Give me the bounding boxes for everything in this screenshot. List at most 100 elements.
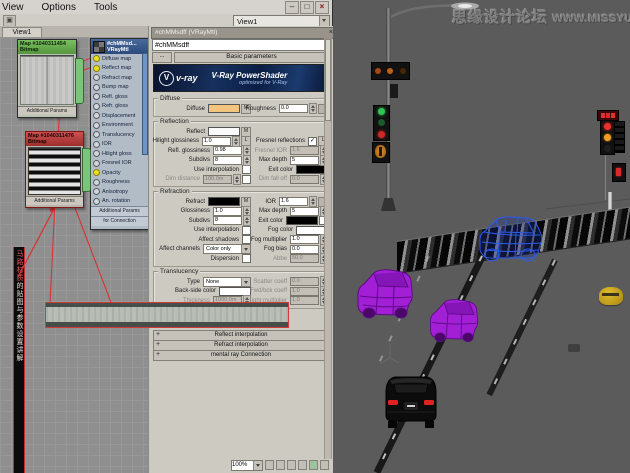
checkbox[interactable] <box>242 174 251 184</box>
rollout-label: mental ray Connection <box>210 352 272 358</box>
spinner-arrows-icon[interactable] <box>233 173 241 185</box>
spinner-arrows-icon[interactable] <box>309 103 317 115</box>
param-label: Abbe <box>272 255 287 262</box>
plus-icon: + <box>156 341 161 348</box>
rollout-basic-parameters[interactable]: Basic parameters <box>174 52 329 63</box>
param-row: Dispersion Abbe 50.0 <box>154 253 330 265</box>
value-field[interactable]: 100.0m <box>203 174 232 184</box>
spinner-arrows-icon[interactable] <box>309 196 317 208</box>
node-footer[interactable]: Additional Params <box>18 106 76 115</box>
bitmap-preview[interactable] <box>28 147 81 195</box>
pedestrian-signal-right[interactable] <box>612 163 626 182</box>
signal-light-red-icon <box>375 68 382 74</box>
zoom-level-value: 100% <box>232 461 248 468</box>
param-row: Subdivs 8 Max depth 5 <box>154 154 330 166</box>
spinner-arrows-icon[interactable] <box>243 215 251 227</box>
param-label: Hilight glossiness <box>152 138 199 145</box>
group-label: Refraction <box>158 188 192 195</box>
chevron-down-icon[interactable] <box>253 460 262 470</box>
param-label: Fog multiplier <box>250 236 287 243</box>
traffic-light-horizontal[interactable] <box>371 62 410 80</box>
checkbox[interactable] <box>242 225 251 235</box>
zoom-level-dropdown[interactable]: 100% <box>231 459 263 471</box>
panel-bottom-bar: 100% <box>149 459 333 471</box>
panel-scrollbar[interactable] <box>324 38 332 470</box>
value-field[interactable]: 5 <box>290 206 319 216</box>
panel-title: #chMMsdff (VRayMtl) <box>155 29 218 36</box>
group-label: Diffuse <box>158 95 183 102</box>
traffic-light-vertical[interactable] <box>373 105 390 141</box>
spinner-arrows-icon[interactable] <box>243 154 251 166</box>
chevron-down-icon[interactable] <box>241 277 250 286</box>
banner-title: V-Ray PowerShader <box>211 70 288 80</box>
node-output-tab[interactable] <box>82 148 91 192</box>
dropdown[interactable]: None <box>203 276 251 287</box>
zoom-region-icon[interactable] <box>287 460 296 470</box>
color-swatch[interactable] <box>208 104 240 114</box>
rollout-mental-ray-connection[interactable]: + mental ray Connection <box>153 350 329 361</box>
node-graph-canvas[interactable]: Map #1040311454 Bitmap Additional Params… <box>0 37 149 473</box>
vray-powershader-banner: V v-ray V-Ray PowerShader optimized for … <box>153 64 329 92</box>
bitmap-node-road[interactable]: Map #1040311454 Bitmap Additional Params <box>17 39 84 118</box>
checkbox[interactable] <box>242 254 251 264</box>
value-field[interactable]: 50.0 <box>290 254 319 264</box>
pedestrian-signal[interactable] <box>372 142 390 163</box>
param-label: Fresnel reflections <box>255 138 305 145</box>
menu-options[interactable]: Options <box>33 2 85 13</box>
chevron-down-icon[interactable] <box>241 245 250 254</box>
close-button[interactable]: × <box>315 1 329 14</box>
bitmap-preview[interactable] <box>20 55 74 105</box>
node-subtitle: Bitmap <box>28 139 47 145</box>
color-swatch[interactable] <box>286 216 318 226</box>
car-black-rear[interactable] <box>382 370 440 430</box>
perspective-viewport[interactable]: 思缘设计论坛 WWW.MISSYUAN.COM <box>333 0 630 473</box>
dropdown-value: None <box>206 278 220 285</box>
signal-light-red-icon <box>378 130 385 138</box>
maximize-button[interactable]: □ <box>300 1 314 14</box>
dropdown[interactable]: Color only <box>203 244 251 255</box>
zoom-extents-icon[interactable] <box>298 460 307 470</box>
traffic-light-side-housing <box>614 121 625 153</box>
menubar: View Options Tools – □ × <box>0 0 332 15</box>
road-texture-strip[interactable] <box>45 302 289 328</box>
bitmap-node-stripes[interactable]: Map #1040311476 Bitmap Additional Params <box>25 131 91 208</box>
vray-parameter-panel: #chMMsdff (VRayMtl) × ... Basic paramete… <box>148 26 335 473</box>
param-label: Back-side color <box>174 288 216 295</box>
value-field[interactable]: 0.0 <box>290 174 319 184</box>
pan-hand-icon[interactable] <box>320 460 329 470</box>
traffic-light-right[interactable] <box>600 120 615 155</box>
material-name-input[interactable] <box>152 39 330 51</box>
rollout-label: Reflect interpolation <box>214 332 268 338</box>
node-footer[interactable]: Additional Params <box>26 196 83 205</box>
checkbox[interactable] <box>242 235 251 245</box>
value-field[interactable]: 5 <box>290 155 319 165</box>
zoom-tool-icon[interactable] <box>276 460 285 470</box>
car-purple-2[interactable] <box>427 294 481 344</box>
menu-tools[interactable]: Tools <box>85 2 126 13</box>
pan-tool-icon[interactable] <box>265 460 274 470</box>
param-label: Affect shadows <box>198 236 239 243</box>
view-selector-value: View1 <box>237 17 258 26</box>
annotation-arrow <box>17 206 56 278</box>
minimize-button[interactable]: – <box>285 1 299 14</box>
car-purple-1[interactable] <box>354 264 416 320</box>
car-blue-wireframe[interactable] <box>476 212 546 264</box>
param-label: Exit color <box>258 217 283 224</box>
panel-title-bar[interactable]: #chMMsdff (VRayMtl) × <box>151 27 335 39</box>
value-field[interactable]: 8 <box>213 216 242 226</box>
car-yellow[interactable] <box>599 287 623 305</box>
menu-view[interactable]: View <box>0 2 33 13</box>
distant-object[interactable] <box>568 344 580 352</box>
zoom-selected-icon[interactable] <box>309 460 318 470</box>
value-field[interactable]: 1.0 <box>290 296 319 306</box>
node-output-tab[interactable] <box>75 58 84 104</box>
wire-long-2 <box>68 191 113 306</box>
param-label: Diffuse <box>186 105 205 112</box>
vray-logo-icon: V <box>159 70 174 86</box>
value-field[interactable]: 8 <box>213 155 242 165</box>
more-options-button[interactable]: ... <box>152 52 172 63</box>
value-field[interactable]: 0.0 <box>279 104 308 114</box>
lamp-pole[interactable] <box>386 8 391 200</box>
param-label: Dispersion <box>210 255 239 262</box>
spinner-arrows-icon[interactable] <box>232 135 240 147</box>
